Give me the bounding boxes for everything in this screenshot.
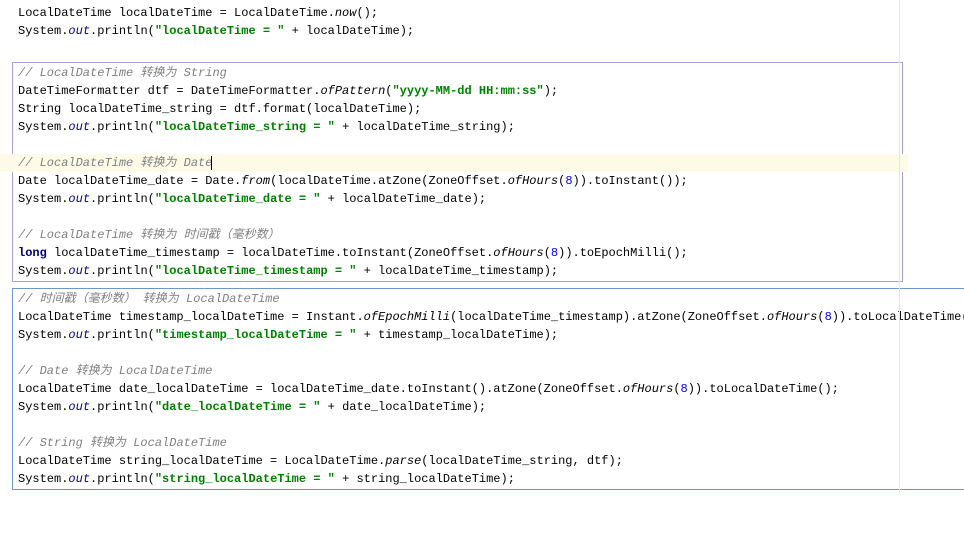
code-line: System.out.println("localDateTime_string… [18, 118, 898, 136]
code-line: Date localDateTime_date = Date.from(loca… [18, 172, 898, 190]
blank-line [18, 416, 961, 434]
comment-line: // LocalDateTime 转换为 时间戳（毫秒数） [18, 226, 898, 244]
blank-line [18, 344, 961, 362]
code-line: System.out.println("timestamp_localDateT… [18, 326, 961, 344]
code-line: System.out.println("date_localDateTime =… [18, 398, 961, 416]
selection-box-1: // LocalDateTime 转换为 String DateTimeForm… [12, 62, 903, 282]
code-line: System.out.println("localDateTime_date =… [18, 190, 898, 208]
blank-line [18, 40, 954, 58]
code-editor[interactable]: LocalDateTime localDateTime = LocalDateT… [0, 0, 964, 494]
code-line: System.out.println("string_localDateTime… [18, 470, 961, 488]
blank-line [18, 208, 898, 226]
code-line: LocalDateTime date_localDateTime = local… [18, 380, 961, 398]
comment-line: // String 转换为 LocalDateTime [18, 434, 961, 452]
code-line: System.out.println("localDateTime_timest… [18, 262, 898, 280]
code-line: LocalDateTime localDateTime = LocalDateT… [18, 4, 954, 22]
right-margin-guide [899, 0, 900, 494]
blank-line [18, 136, 898, 154]
comment-line: // 时间戳（毫秒数） 转换为 LocalDateTime [18, 290, 961, 308]
code-line: DateTimeFormatter dtf = DateTimeFormatte… [18, 82, 898, 100]
selection-box-2: // 时间戳（毫秒数） 转换为 LocalDateTime LocalDateT… [12, 288, 964, 490]
code-line: LocalDateTime timestamp_localDateTime = … [18, 308, 961, 326]
code-line: String localDateTime_string = dtf.format… [18, 100, 898, 118]
current-line-highlight: // LocalDateTime 转换为 Date [0, 154, 908, 172]
code-line: System.out.println("localDateTime = " + … [18, 22, 954, 40]
code-line: LocalDateTime string_localDateTime = Loc… [18, 452, 961, 470]
comment-line: // LocalDateTime 转换为 String [18, 64, 898, 82]
comment-line: // Date 转换为 LocalDateTime [18, 362, 961, 380]
code-line: long localDateTime_timestamp = localDate… [18, 244, 898, 262]
